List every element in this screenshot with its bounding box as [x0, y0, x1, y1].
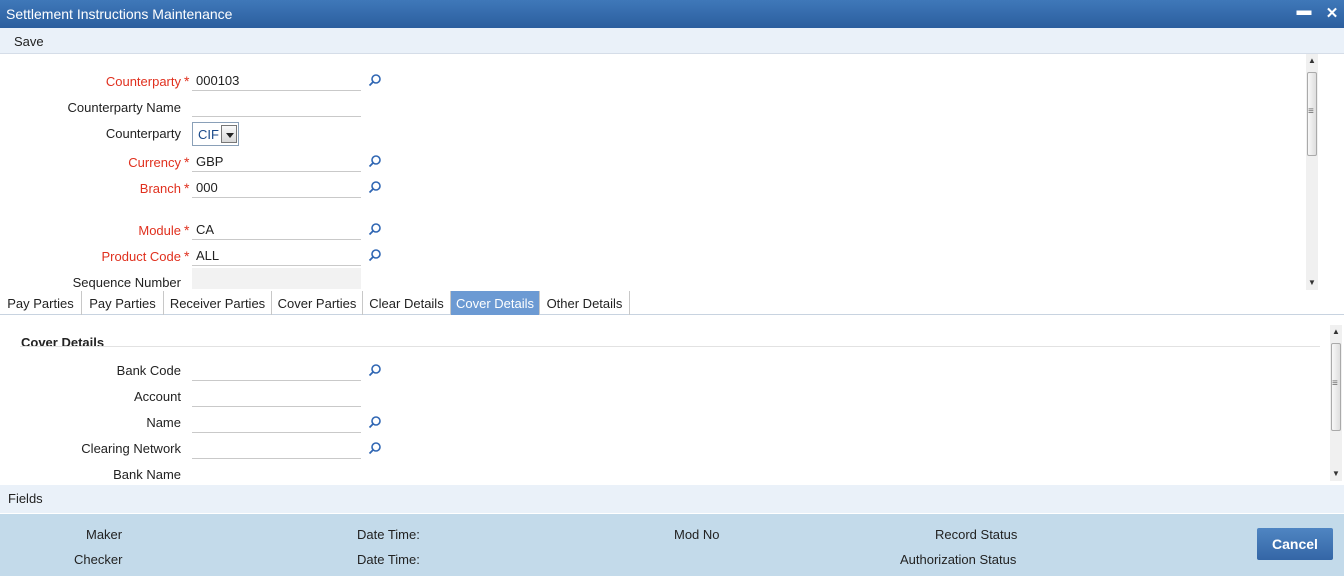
bank-code-field[interactable] [192, 359, 361, 381]
counterparty-name-field[interactable] [192, 95, 361, 117]
tab-other-details[interactable]: Other Details [540, 291, 630, 315]
clearing-network-field[interactable] [192, 437, 361, 459]
sequence-number-field [192, 268, 361, 289]
close-icon[interactable]: ✕ [1324, 4, 1340, 22]
tab-cover-parties[interactable]: Cover Parties [272, 291, 363, 315]
fields-bar: Fields [0, 485, 1344, 513]
tab-bar: Pay Parties Pay Parties Receiver Parties… [0, 291, 1344, 315]
scroll-down-icon[interactable]: ▼ [1332, 470, 1340, 478]
search-icon[interactable] [368, 154, 382, 168]
currency-label: Currency * [128, 154, 190, 170]
title-bar: Settlement Instructions Maintenance ▬ ✕ [0, 0, 1344, 28]
chevron-down-icon[interactable] [221, 125, 237, 143]
tab-pay-parties-2[interactable]: Pay Parties [82, 291, 164, 315]
authorization-status-label: Authorization Status [900, 552, 1017, 567]
checker-date-time-label: Date Time: [357, 552, 420, 567]
account-label: Account [134, 389, 181, 404]
account-field[interactable] [192, 385, 361, 407]
currency-field[interactable]: GBP [192, 150, 361, 172]
maker-label: Maker [86, 527, 123, 542]
bank-name-label: Bank Name [113, 467, 181, 482]
audit-footer: Maker Checker Date Time: Date Time: Mod … [0, 514, 1344, 576]
tab-receiver-parties[interactable]: Receiver Parties [164, 291, 272, 315]
counterparty-type-select[interactable]: CIF [192, 122, 239, 146]
bank-code-label: Bank Code [116, 363, 181, 378]
branch-field[interactable]: 000 [192, 176, 361, 198]
tab-cover-details[interactable]: Cover Details [451, 291, 540, 315]
minimize-icon[interactable]: ▬ [1296, 2, 1312, 20]
scroll-thumb[interactable] [1331, 343, 1341, 431]
search-icon[interactable] [368, 363, 382, 377]
search-icon[interactable] [368, 248, 382, 262]
search-icon[interactable] [368, 180, 382, 194]
search-icon[interactable] [368, 415, 382, 429]
counterparty-name-label: Counterparty Name [67, 100, 181, 115]
mod-no-label: Mod No [674, 527, 720, 542]
name-label: Name [146, 415, 181, 430]
counterparty-type-label: Counterparty [105, 126, 181, 141]
scroll-down-icon[interactable]: ▼ [1308, 279, 1316, 287]
search-icon[interactable] [368, 222, 382, 236]
module-label: Module * [138, 222, 190, 238]
section-divider [20, 346, 1320, 347]
scroll-up-icon[interactable]: ▲ [1332, 328, 1340, 336]
cancel-button[interactable]: Cancel [1257, 528, 1333, 560]
section-title: Cover Details [21, 335, 105, 350]
product-code-field[interactable]: ALL [192, 244, 361, 266]
toolbar: Save [0, 28, 1344, 54]
sequence-number-label: Sequence Number [72, 275, 181, 290]
maker-date-time-label: Date Time: [357, 527, 420, 542]
tab-pay-parties-1[interactable]: Pay Parties [0, 291, 82, 315]
product-code-label: Product Code * [101, 248, 190, 264]
module-field[interactable]: CA [192, 218, 361, 240]
scroll-up-icon[interactable]: ▲ [1308, 57, 1316, 65]
counterparty-type-value: CIF [198, 127, 219, 142]
branch-label: Branch * [139, 180, 190, 196]
window-title: Settlement Instructions Maintenance [6, 6, 233, 22]
record-status-label: Record Status [935, 527, 1018, 542]
fields-button[interactable]: Fields [8, 491, 43, 506]
search-icon[interactable] [368, 441, 382, 455]
save-button[interactable]: Save [14, 34, 44, 49]
name-field[interactable] [192, 411, 361, 433]
details-scrollbar[interactable]: ▲ ▼ [1330, 325, 1342, 481]
clearing-network-label: Clearing Network [81, 441, 181, 456]
tab-clear-details[interactable]: Clear Details [363, 291, 451, 315]
scroll-thumb[interactable] [1307, 72, 1317, 156]
checker-label: Checker [74, 552, 123, 567]
header-scrollbar[interactable]: ▲ ▼ [1306, 54, 1318, 290]
search-icon[interactable] [368, 73, 382, 87]
counterparty-field[interactable]: 000103 [192, 69, 361, 91]
counterparty-label: Counterparty * [105, 73, 190, 89]
